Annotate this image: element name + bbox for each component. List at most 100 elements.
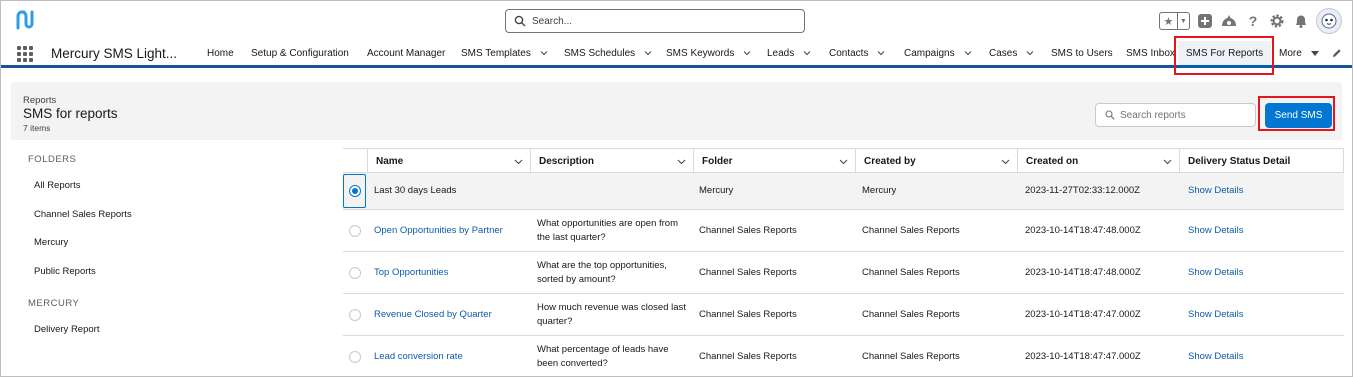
nav-item-contacts[interactable]: Contacts	[829, 41, 885, 65]
page-title: SMS for reports	[23, 106, 118, 121]
pencil-icon[interactable]	[1332, 48, 1342, 58]
nav-item-account-manager[interactable]: Account Manager	[367, 41, 445, 65]
nav-item-campaigns[interactable]: Campaigns	[904, 41, 972, 65]
folder-mercury[interactable]: Mercury	[34, 237, 68, 248]
nav-item-home[interactable]: Home	[207, 41, 234, 65]
nav-item-label: Home	[207, 47, 234, 59]
description-line: What are the top opportunities,	[537, 259, 667, 271]
column-header-created-on[interactable]: Created on	[1017, 149, 1180, 173]
global-actions-icon[interactable]	[1196, 12, 1214, 30]
nav-more-menu[interactable]: More	[1279, 41, 1319, 65]
column-header-label: Delivery Status Detail	[1188, 155, 1291, 167]
chevron-down-icon[interactable]: ▼	[1178, 13, 1189, 29]
nav-item-sms-inbox[interactable]: SMS Inbox	[1126, 41, 1175, 65]
column-header-name[interactable]: Name	[367, 149, 531, 173]
chevron-down-icon[interactable]	[743, 49, 751, 57]
nav-item-label: Account Manager	[367, 47, 446, 59]
chevron-down-icon[interactable]	[1001, 157, 1010, 166]
trailhead-icon[interactable]	[1220, 12, 1238, 30]
chevron-down-icon[interactable]	[514, 157, 523, 166]
folders-heading: FOLDERS	[28, 154, 77, 165]
report-created-on: 2023-10-14T18:47:48.000Z	[1025, 224, 1141, 236]
highlight-box-sms-for-reports	[1174, 36, 1274, 75]
global-search[interactable]	[505, 9, 805, 33]
chevron-down-icon[interactable]	[540, 49, 548, 57]
table-header: Name Description Folder Created by Creat…	[343, 148, 1344, 173]
column-header-created-by[interactable]: Created by	[855, 149, 1018, 173]
row-radio-button[interactable]	[349, 185, 361, 197]
favorites-control[interactable]: ★ ▼	[1159, 12, 1190, 30]
report-created-by: Channel Sales Reports	[862, 266, 960, 278]
nav-item-label: SMS Schedules	[564, 47, 636, 59]
bell-icon[interactable]	[1292, 12, 1310, 30]
row-radio-button[interactable]	[349, 267, 361, 279]
column-header-folder[interactable]: Folder	[693, 149, 856, 173]
nav-item-sms-to-users[interactable]: SMS to Users	[1051, 41, 1113, 65]
nav-item-label: Leads	[767, 47, 795, 59]
nav-item-label: Setup & Configuration	[251, 47, 349, 59]
help-icon[interactable]: ?	[1244, 12, 1262, 30]
column-header-label: Folder	[702, 155, 733, 167]
report-folder: Channel Sales Reports	[699, 308, 797, 320]
app-launcher-icon[interactable]	[17, 46, 33, 62]
nav-item-setup-configuration[interactable]: Setup & Configuration	[251, 41, 349, 65]
row-radio-button[interactable]	[349, 309, 361, 321]
description-line: What percentage of leads have	[537, 343, 669, 355]
description-line: the last quarter?	[537, 231, 606, 243]
show-details-link[interactable]: Show Details	[1188, 336, 1338, 376]
chevron-down-icon[interactable]	[644, 49, 652, 57]
folder-all-reports[interactable]: All Reports	[34, 180, 80, 191]
folder-delivery-report[interactable]: Delivery Report	[34, 324, 99, 335]
chevron-down-icon[interactable]	[677, 157, 686, 166]
chevron-down-icon[interactable]	[839, 157, 848, 166]
nav-item-leads[interactable]: Leads	[767, 41, 811, 65]
nav-item-sms-keywords[interactable]: SMS Keywords	[666, 41, 751, 65]
breadcrumb[interactable]: Reports	[23, 95, 56, 106]
chevron-down-icon[interactable]	[1026, 49, 1034, 57]
app-logo-icon[interactable]	[13, 7, 39, 33]
report-name[interactable]: Revenue Closed by Quarter	[374, 294, 524, 335]
nav-item-sms-schedules[interactable]: SMS Schedules	[564, 41, 652, 65]
chevron-down-icon[interactable]	[803, 49, 811, 57]
nav-item-sms-templates[interactable]: SMS Templates	[461, 41, 548, 65]
report-name[interactable]: Open Opportunities by Partner	[374, 210, 524, 251]
report-name[interactable]: Last 30 days Leads	[374, 173, 524, 209]
show-details-link[interactable]: Show Details	[1188, 210, 1338, 251]
chevron-down-icon[interactable]	[1163, 157, 1172, 166]
report-name[interactable]: Top Opportunities	[374, 252, 524, 293]
report-search-input[interactable]	[1120, 108, 1250, 123]
row-radio-button[interactable]	[349, 225, 361, 237]
column-header-label: Description	[539, 155, 595, 167]
nav-item-cases[interactable]: Cases	[989, 41, 1034, 65]
report-created-on: 2023-10-14T18:47:47.000Z	[1025, 308, 1141, 320]
row-radio-button[interactable]	[349, 351, 361, 363]
app-navigation-bar: Mercury SMS Light... Home Setup & Config…	[1, 41, 1352, 68]
report-name[interactable]: Lead conversion rate	[374, 336, 524, 376]
report-folder: Channel Sales Reports	[699, 224, 797, 236]
chevron-down-icon[interactable]	[877, 49, 885, 57]
show-details-link[interactable]: Show Details	[1188, 294, 1338, 335]
nav-item-label: SMS to Users	[1051, 47, 1113, 59]
astro-avatar-icon	[1321, 13, 1337, 29]
report-search[interactable]	[1095, 103, 1256, 127]
folder-public-reports[interactable]: Public Reports	[34, 266, 96, 277]
table-row[interactable]: Open Opportunities by Partner What oppor…	[343, 210, 1344, 252]
column-header-description[interactable]: Description	[530, 149, 694, 173]
global-search-input[interactable]	[532, 13, 792, 29]
app-frame: ★ ▼ ?	[0, 0, 1353, 377]
chevron-down-icon[interactable]	[964, 49, 972, 57]
report-created-on: 2023-10-14T18:47:47.000Z	[1025, 350, 1141, 362]
gear-icon[interactable]	[1268, 12, 1286, 30]
table-row[interactable]: Top Opportunities What are the top oppor…	[343, 252, 1344, 294]
table-row[interactable]: Revenue Closed by Quarter How much reven…	[343, 294, 1344, 336]
folder-channel-sales-reports[interactable]: Channel Sales Reports	[34, 209, 132, 220]
table-row[interactable]: Last 30 days Leads Mercury Mercury 2023-…	[343, 173, 1344, 210]
avatar[interactable]	[1316, 8, 1342, 34]
show-details-link[interactable]: Show Details	[1188, 252, 1338, 293]
show-details-link[interactable]: Show Details	[1188, 173, 1338, 209]
table-row[interactable]: Lead conversion rate What percentage of …	[343, 336, 1344, 376]
nav-item-label: SMS Keywords	[666, 47, 735, 59]
star-icon[interactable]: ★	[1160, 13, 1178, 29]
column-header-label: Created by	[864, 155, 916, 167]
description-line: quarter?	[537, 315, 573, 327]
